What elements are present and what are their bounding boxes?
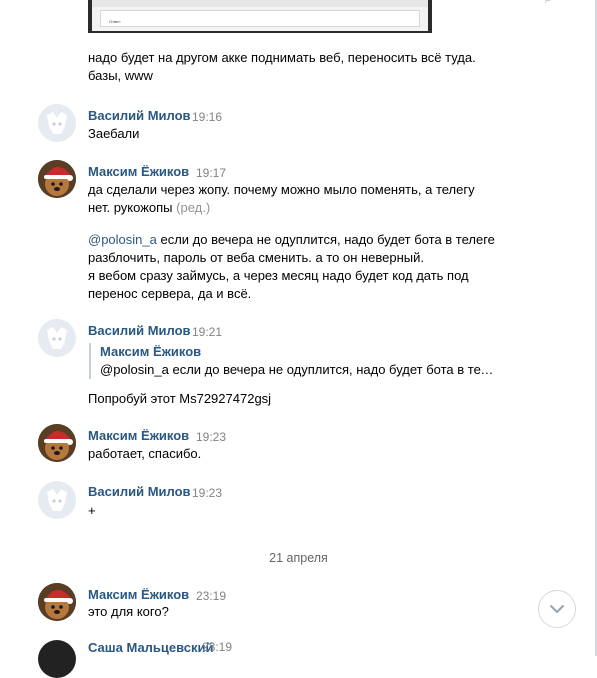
message-time[interactable]: 19:23 [192,484,222,502]
date-separator: 21 апреля [269,551,328,565]
message-line-text: если до вечера не одуплится, надо будет … [156,232,495,247]
santa-dog-avatar-icon [38,424,76,462]
message-line: нет. рукожопы (ред.) [88,199,475,217]
message-time[interactable]: 23:19 [196,587,226,605]
avatar-vasily[interactable] [38,319,76,357]
attached-screenshot-caption: Ответ: [109,19,122,24]
message-text: это для кого? [88,603,169,621]
avatar-maxim[interactable] [38,583,76,621]
scroll-down-button[interactable] [538,590,576,628]
message-line: + [88,503,96,518]
message-line: базы, www [88,68,153,83]
attached-screenshot-content: Ответ: [100,10,420,27]
avatar-maxim[interactable] [38,160,76,198]
quote-text: @polosin_a если до вечера не одуплится, … [100,362,500,377]
author-name[interactable]: Василий Милов [88,322,191,340]
author-name[interactable]: Максим Ёжиков [88,427,189,445]
message-text: да сделали через жопу. почему можно мыло… [88,181,475,217]
author-name[interactable]: Максим Ёжиков [88,163,189,181]
author-name[interactable]: Василий Милов [88,107,191,125]
avatar-vasily[interactable] [38,104,76,142]
message-text: Попробуй этот Ms72927472gsj [88,390,271,408]
message-time[interactable]: 19:17 [196,164,226,182]
message-line: перенос сервера, да и всё. [88,286,252,301]
santa-dog-avatar-icon [38,160,76,198]
avatar-maxim[interactable] [38,424,76,462]
message-line: разблочить, пароль от веба сменить. а то… [88,250,425,265]
santa-dog-avatar-icon [38,583,76,621]
message-line: работает, спасибо. [88,446,202,461]
avatar-vasily[interactable] [38,481,76,519]
message-line: Заебали [88,126,140,141]
author-name[interactable]: Максим Ёжиков [88,586,189,604]
message-line: @polosin_a если до вечера не одуплится, … [88,231,495,249]
message-line: я вебом сразу займусь, а через месяц над… [88,268,469,283]
message-text: Заебали [88,125,139,143]
message-line: да сделали через жопу. почему можно мыло… [88,182,475,197]
vk-dog-avatar-icon [38,104,76,142]
message-time[interactable]: 19:16 [192,108,222,126]
message-time[interactable]: 19:23 [196,428,226,446]
message-line-text: нет. рукожопы [88,200,173,215]
message-time[interactable]: 19:21 [192,323,222,341]
attached-screenshot[interactable]: Ответ: [88,0,432,33]
message-text: + [88,502,96,520]
edited-label[interactable]: (ред.) [176,200,210,215]
author-name[interactable]: Саша Мальцевский [88,640,214,655]
message-line: Попробуй этот Ms72927472gsj [88,391,272,406]
forwarded-quote[interactable]: Максим Ёжиков @polosin_a если до вечера … [89,343,510,379]
partial-icon: ⌐ [545,0,551,7]
message-text: @polosin_a если до вечера не одуплится, … [88,231,495,303]
quote-author[interactable]: Максим Ёжиков [100,343,510,361]
message-text: работает, спасибо. [88,445,201,463]
vk-dog-avatar-icon [38,481,76,519]
author-name[interactable]: Василий Милов [88,483,191,501]
chevron-down-icon [550,605,564,613]
mention-link[interactable]: @polosin_a [88,232,157,247]
message-line: надо будет на другом акке поднимать веб,… [88,50,476,65]
message-text: надо будет на другом акке поднимать веб,… [88,49,476,85]
message-time[interactable]: 23:19 [202,640,232,654]
vk-dog-avatar-icon [38,319,76,357]
avatar-partial[interactable] [38,640,76,678]
message-line: это для кого? [88,604,169,619]
